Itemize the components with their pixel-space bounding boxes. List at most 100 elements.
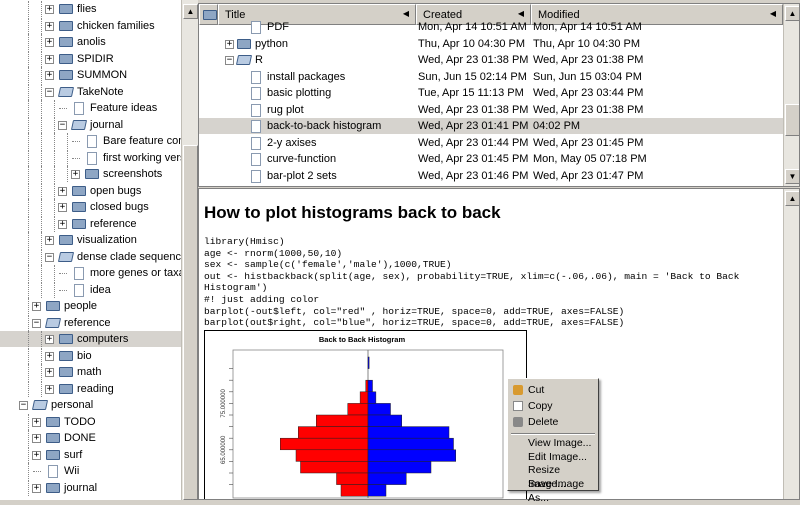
menu-item-cut[interactable]: Cut xyxy=(510,383,596,397)
tree-item[interactable]: + people xyxy=(0,298,181,314)
tree-item[interactable]: − personal xyxy=(0,397,181,413)
tree-item[interactable]: + chicken families xyxy=(0,17,181,34)
tree-item[interactable]: + surf xyxy=(0,446,181,463)
tree-item[interactable]: + screenshots xyxy=(0,166,181,182)
note-row[interactable]: 2-y axises Wed, Apr 23 01:44 PM Wed, Apr 2… xyxy=(199,135,783,151)
menu-item-edit-image[interactable]: Edit Image... xyxy=(510,450,596,464)
expand-toggle[interactable]: + xyxy=(45,236,54,245)
expand-toggle[interactable]: + xyxy=(45,368,54,377)
tree-item[interactable]: first working version of xyxy=(0,149,181,166)
note-row[interactable]: − R Wed, Apr 23 01:38 PM Wed, Apr 23 01:38 … xyxy=(199,52,783,68)
notebook-tree[interactable]: + flies + chicken families + anolis + SPIDIR + SU… xyxy=(0,0,181,500)
list-scrollbar[interactable]: ▲ ▼ xyxy=(783,4,799,186)
expand-toggle[interactable]: + xyxy=(58,186,67,196)
expand-toggle[interactable]: + xyxy=(32,434,41,443)
tree-item[interactable]: + closed bugs xyxy=(0,199,181,215)
scroll-up-button[interactable]: ▲ xyxy=(785,191,799,206)
menu-item-delete[interactable]: Delete xyxy=(510,415,596,429)
scroll-up-button[interactable]: ▲ xyxy=(183,4,198,19)
menu-item-resize-image[interactable]: Resize Image... xyxy=(510,463,596,490)
tree-guide-line xyxy=(54,100,55,116)
tree-item[interactable]: + open bugs xyxy=(0,182,181,199)
page-icon xyxy=(87,151,97,165)
expand-toggle[interactable]: + xyxy=(45,54,54,64)
expand-toggle[interactable]: + xyxy=(32,417,41,427)
expand-toggle[interactable]: + xyxy=(45,38,54,47)
scroll-thumb[interactable] xyxy=(183,145,198,500)
note-row[interactable]: + python Thu, Apr 10 04:30 PM Thu, Apr 10 0… xyxy=(199,36,783,52)
expand-toggle[interactable]: + xyxy=(32,302,41,311)
tree-connector xyxy=(59,289,67,291)
menu-item-view-image[interactable]: View Image... xyxy=(510,436,596,450)
note-row[interactable]: bar-plot 2 sets Wed, Apr 23 01:46 PM Wed, … xyxy=(199,168,783,184)
note-row[interactable]: rug plot Wed, Apr 23 01:38 PM Wed, Apr 23 … xyxy=(199,102,783,118)
tree-guide-line xyxy=(28,446,29,463)
expand-toggle[interactable]: + xyxy=(58,219,67,229)
tree-item[interactable]: Feature ideas xyxy=(0,100,181,116)
expand-toggle[interactable]: + xyxy=(71,170,80,179)
menu-label: Copy xyxy=(528,400,553,412)
expand-toggle[interactable]: + xyxy=(32,450,41,460)
tree-item[interactable]: + reading xyxy=(0,380,181,397)
tree-item[interactable]: − journal xyxy=(0,116,181,133)
tree-item-label: DONE xyxy=(64,432,96,444)
collapse-toggle[interactable]: − xyxy=(45,87,54,97)
tree-item[interactable]: Bare feature complete xyxy=(0,133,181,149)
collapse-toggle[interactable]: − xyxy=(45,252,54,262)
tree-item-label: chicken families xyxy=(77,19,155,32)
expand-toggle[interactable]: + xyxy=(58,203,67,212)
folder-open-icon xyxy=(57,251,75,262)
tree-item[interactable]: + SPIDIR xyxy=(0,50,181,67)
right-bar xyxy=(367,484,387,497)
collapse-toggle[interactable]: − xyxy=(225,56,234,65)
expand-toggle[interactable]: + xyxy=(45,351,54,361)
scroll-up-button[interactable]: ▲ xyxy=(785,6,799,21)
note-editor[interactable]: How to plot histograms back to back libr… xyxy=(198,188,800,500)
tree-item[interactable]: − dense clade sequencing xyxy=(0,248,181,265)
tree-item[interactable]: + SUMMON xyxy=(0,67,181,83)
tree-item[interactable]: + reference xyxy=(0,215,181,232)
tree-item[interactable]: more genes or taxa xyxy=(0,265,181,281)
tree-item[interactable]: − reference xyxy=(0,314,181,331)
collapse-toggle[interactable]: − xyxy=(19,401,28,410)
scroll-thumb[interactable] xyxy=(785,104,799,136)
expand-toggle[interactable]: + xyxy=(45,5,54,14)
tree-item[interactable]: Wii xyxy=(0,463,181,479)
expand-toggle[interactable]: + xyxy=(45,384,54,394)
tree-item[interactable]: + bio xyxy=(0,347,181,364)
note-row[interactable]: install packages Sun, Jun 15 02:14 PM Sun,… xyxy=(199,69,783,85)
expand-toggle[interactable]: + xyxy=(45,21,54,31)
cell-created: Wed, Apr 23 01:46 PM xyxy=(418,169,529,182)
tree-scrollbar[interactable]: ▲ xyxy=(181,0,198,500)
tree-guide-line xyxy=(41,199,42,215)
note-list[interactable]: Title ◀ Created ◀ Modified ◀ PDF Mon, Apr 14… xyxy=(198,3,800,187)
expand-toggle[interactable]: + xyxy=(45,71,54,80)
menu-item-save-image[interactable]: Save Image As... xyxy=(510,477,596,504)
scroll-down-button[interactable]: ▼ xyxy=(785,169,799,184)
tree-item[interactable]: + DONE xyxy=(0,430,181,446)
tree-item[interactable]: + journal xyxy=(0,479,181,496)
expand-toggle[interactable]: + xyxy=(32,483,41,493)
histogram-image[interactable]: Back to Back Histogram 75.000000 65.000000 xyxy=(204,330,527,499)
tree-item[interactable]: − TakeNote xyxy=(0,83,181,100)
tree-item[interactable]: idea xyxy=(0,281,181,298)
tree-item[interactable]: + anolis xyxy=(0,34,181,50)
note-row[interactable]: basic plotting Tue, Apr 15 11:13 PM Wed, A… xyxy=(199,85,783,101)
note-row[interactable]: back-to-back histogram Wed, Apr 23 01:41 … xyxy=(199,118,783,134)
tree-guide-line xyxy=(41,100,42,116)
collapse-toggle[interactable]: − xyxy=(58,120,67,130)
expand-toggle[interactable]: + xyxy=(45,335,54,344)
tree-item[interactable]: + math xyxy=(0,364,181,380)
note-row[interactable]: curve-function Wed, Apr 23 01:45 PM Mon, M… xyxy=(199,151,783,167)
expand-toggle[interactable]: + xyxy=(225,39,234,49)
note-row[interactable]: PDF Mon, Apr 14 10:51 AM Mon, Apr 14 10:51… xyxy=(199,19,783,35)
left-bar xyxy=(340,484,369,497)
collapse-toggle[interactable]: − xyxy=(32,318,41,328)
tree-item[interactable]: + TODO xyxy=(0,413,181,430)
menu-item-copy[interactable]: Copy xyxy=(510,399,596,413)
editor-scrollbar[interactable]: ▲ xyxy=(783,189,799,499)
tree-item[interactable]: + flies xyxy=(0,1,181,17)
tree-item-label: first working version of xyxy=(103,151,181,164)
tree-item[interactable]: + visualization xyxy=(0,232,181,248)
tree-item[interactable]: + computers xyxy=(0,331,181,347)
